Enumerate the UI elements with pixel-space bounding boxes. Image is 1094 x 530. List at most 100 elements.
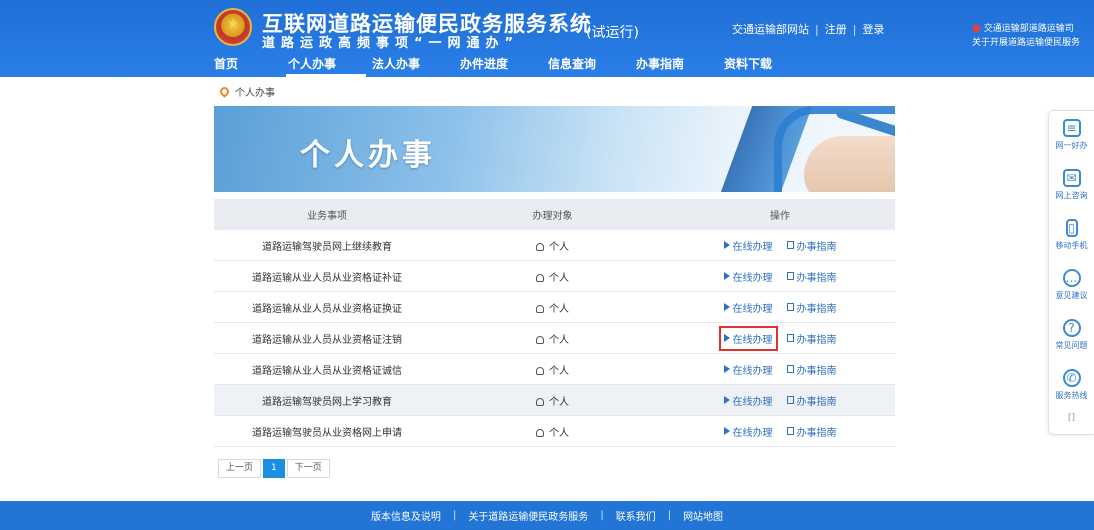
guide-button[interactable]: 办事指南 [785, 329, 839, 348]
nav-personal[interactable]: 个人办事 [284, 54, 368, 77]
table-row: 道路运输驾驶员从业资格网上申请 个人 在线办理 办事指南 [214, 416, 895, 447]
document-icon [786, 241, 794, 249]
service-item-name: 道路运输从业人员从业资格证换证 [252, 303, 402, 315]
breadcrumb: 个人办事 [218, 84, 275, 99]
service-item-name: 道路运输驾驶员从业资格网上申请 [252, 427, 402, 439]
person-icon [536, 242, 544, 251]
service-item-name: 道路运输从业人员从业资格证补证 [252, 272, 402, 284]
guide-button[interactable]: 办事指南 [785, 422, 839, 441]
service-target-label: 个人 [549, 303, 569, 315]
side-item-quick[interactable]: ≡ 网一好办 [1049, 111, 1094, 161]
notice-line-1: 交通运输部道路运输司 [983, 24, 1074, 34]
document-icon [786, 272, 794, 280]
person-icon [536, 428, 544, 437]
online-apply-label: 在线办理 [732, 396, 773, 408]
service-actions: 在线办理 办事指南 [665, 360, 895, 379]
prev-page-button[interactable]: 上一页 [218, 459, 262, 478]
document-icon [786, 396, 794, 404]
nav-home[interactable]: 首页 [210, 54, 284, 77]
service-target: 个人 [440, 331, 665, 346]
site-subtitle: 道路运政高频事项“一网通办” [262, 36, 520, 51]
service-target: 个人 [440, 393, 665, 408]
guide-button[interactable]: 办事指南 [785, 298, 839, 317]
nav-corporate[interactable]: 法人办事 [368, 54, 456, 77]
side-label: 网上咨询 [1055, 191, 1088, 200]
side-item-hotline[interactable]: ✆ 服务热线 [1049, 361, 1094, 411]
question-icon: ? [1062, 319, 1081, 337]
side-item-faq[interactable]: ? 常见问题 [1049, 311, 1094, 361]
play-icon [723, 241, 730, 249]
ministry-site-link[interactable]: 交通运输部网站 [732, 23, 809, 36]
service-actions: 在线办理 办事指南 [665, 391, 895, 410]
side-item-feedback[interactable]: … 意见建议 [1049, 261, 1094, 311]
play-icon [723, 303, 730, 311]
table-row: 道路运输驾驶员网上继续教育 个人 在线办理 办事指南 [214, 230, 895, 261]
guide-label: 办事指南 [796, 365, 837, 377]
side-item-consult[interactable]: ✉ 网上咨询 [1049, 161, 1094, 211]
footer-link-version[interactable]: 版本信息及说明 [371, 508, 441, 523]
login-link[interactable]: 登录 [862, 23, 884, 36]
register-link[interactable]: 注册 [825, 23, 847, 36]
online-apply-label: 在线办理 [732, 334, 773, 346]
chat-icon: … [1062, 269, 1081, 287]
guide-button[interactable]: 办事指南 [785, 267, 839, 286]
notice-ticker[interactable]: ● 交通运输部道路运输司 关于开展道路运输便民服务 [972, 22, 1094, 50]
breadcrumb-label[interactable]: 个人办事 [235, 84, 275, 99]
nav-guide[interactable]: 办事指南 [632, 54, 720, 77]
pagination: 上一页 1 下一页 [218, 459, 332, 478]
col-header-item: 业务事项 [307, 211, 347, 222]
online-apply-button[interactable]: 在线办理 [722, 236, 775, 255]
table-row: 道路运输从业人员从业资格证诚信 个人 在线办理 办事指南 [214, 354, 895, 385]
guide-button[interactable]: 办事指南 [785, 391, 839, 410]
side-label: 网一好办 [1055, 141, 1088, 150]
online-apply-label: 在线办理 [732, 241, 773, 253]
side-label: 常见问题 [1055, 341, 1088, 350]
person-icon [536, 366, 544, 375]
service-target: 个人 [440, 269, 665, 284]
side-label: 意见建议 [1055, 291, 1088, 300]
online-apply-button[interactable]: 在线办理 [722, 391, 775, 410]
header: ★ 互联网道路运输便民政务服务系统 道路运政高频事项“一网通办” (试运行) 交… [0, 0, 1094, 77]
collapse-toolbar-button[interactable]: [] [1049, 413, 1094, 423]
footer: 版本信息及说明 | 关于道路运输便民政务服务 | 联系我们 | 网站地图 [0, 501, 1094, 530]
document-icon [786, 427, 794, 435]
online-apply-button[interactable]: 在线办理 [722, 360, 775, 379]
guide-label: 办事指南 [796, 396, 837, 408]
person-icon [536, 304, 544, 313]
service-target-label: 个人 [549, 272, 569, 284]
service-actions: 在线办理 办事指南 [665, 267, 895, 286]
footer-link-about[interactable]: 关于道路运输便民政务服务 [468, 508, 588, 523]
service-item-name: 道路运输驾驶员网上学习教育 [262, 396, 392, 408]
guide-button[interactable]: 办事指南 [785, 360, 839, 379]
nav-download[interactable]: 资料下载 [720, 54, 800, 77]
side-item-mobile[interactable]: ▯ 移动手机 [1049, 211, 1094, 261]
nav-query[interactable]: 信息查询 [544, 54, 632, 77]
play-icon [723, 396, 730, 404]
footer-link-sitemap[interactable]: 网站地图 [683, 508, 723, 523]
table-row: 道路运输从业人员从业资格证注销 个人 在线办理 办事指南 [214, 323, 895, 354]
person-icon [536, 335, 544, 344]
person-icon [536, 397, 544, 406]
guide-label: 办事指南 [796, 334, 837, 346]
service-actions: 在线办理 办事指南 [665, 236, 895, 255]
guide-button[interactable]: 办事指南 [785, 236, 839, 255]
nav-progress[interactable]: 办件进度 [456, 54, 544, 77]
doc-icon: ≡ [1062, 119, 1081, 137]
play-icon [723, 427, 730, 435]
service-item-name: 道路运输从业人员从业资格证诚信 [252, 365, 402, 377]
online-apply-button[interactable]: 在线办理 [722, 298, 775, 317]
banner-title: 个人办事 [300, 138, 436, 173]
national-emblem-icon: ★ [214, 8, 252, 46]
trial-label: (试运行) [586, 25, 639, 41]
play-icon [723, 272, 730, 280]
service-target-label: 个人 [549, 334, 569, 346]
service-actions: 在线办理 办事指南 [665, 422, 895, 441]
next-page-button[interactable]: 下一页 [286, 459, 330, 478]
service-target: 个人 [440, 362, 665, 377]
service-target: 个人 [440, 238, 665, 253]
page-1-button[interactable]: 1 [263, 459, 285, 478]
online-apply-button[interactable]: 在线办理 [722, 422, 775, 441]
footer-link-contact[interactable]: 联系我们 [616, 508, 656, 523]
online-apply-button[interactable]: 在线办理 [718, 325, 778, 351]
online-apply-button[interactable]: 在线办理 [722, 267, 775, 286]
